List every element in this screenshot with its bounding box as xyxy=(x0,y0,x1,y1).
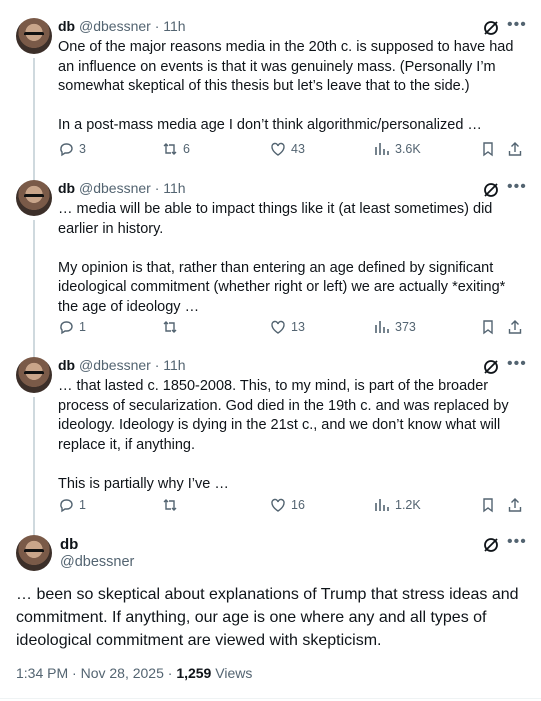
thread-line xyxy=(33,58,35,175)
like-icon xyxy=(271,320,285,334)
share-icon xyxy=(508,320,522,334)
bookmark-button[interactable] xyxy=(480,141,496,157)
more-icon[interactable]: ••• xyxy=(507,355,527,373)
share-button[interactable] xyxy=(507,319,523,335)
reply-button[interactable]: 3 xyxy=(58,141,86,157)
repost-count: 6 xyxy=(183,142,190,156)
views-button[interactable]: 373 xyxy=(374,319,416,335)
like-count: 43 xyxy=(291,142,305,156)
tweet-text: … that lasted c. 1850-2008. This, to my … xyxy=(58,378,509,492)
grok-icon[interactable] xyxy=(482,19,500,37)
share-icon xyxy=(508,498,522,512)
like-button[interactable]: 13 xyxy=(270,319,305,335)
repost-button[interactable]: 6 xyxy=(162,141,190,157)
thread-line xyxy=(33,529,35,535)
tweet-timestamp[interactable]: 1:34 PM · Nov 28, 2025 · xyxy=(16,665,176,681)
bookmark-icon xyxy=(483,320,493,335)
reply-button[interactable]: 1 xyxy=(58,497,86,513)
reply-count: 1 xyxy=(79,498,86,512)
author-handle[interactable]: @dbessner xyxy=(79,180,151,196)
tweet-meta: 1:34 PM · Nov 28, 2025 · 1,259 Views xyxy=(16,665,252,681)
tweet-text: … media will be able to impact things li… xyxy=(58,201,506,315)
separator: · xyxy=(154,357,160,373)
separator: · xyxy=(154,18,160,34)
bookmark-icon xyxy=(483,142,493,157)
like-icon xyxy=(271,142,285,156)
author-handle[interactable]: @dbessner xyxy=(79,357,151,373)
author-name[interactable]: db xyxy=(60,536,78,553)
bookmark-button[interactable] xyxy=(480,319,496,335)
like-button[interactable]: 43 xyxy=(270,141,305,157)
separator: · xyxy=(154,180,160,196)
tweet-header: db @dbessner · 11h xyxy=(58,357,186,373)
tweet-header: db @dbessner · 11h xyxy=(58,180,186,196)
reply-button[interactable]: 1 xyxy=(58,319,86,335)
tweet-time[interactable]: 11h xyxy=(163,180,185,196)
reply-count: 1 xyxy=(79,320,86,334)
grok-icon[interactable] xyxy=(482,536,500,554)
repost-button[interactable] xyxy=(162,319,183,335)
tweet-header: db @dbessner · 11h xyxy=(58,18,186,34)
tweet-time[interactable]: 11h xyxy=(163,357,185,373)
avatar[interactable] xyxy=(16,180,52,216)
tweet-time[interactable]: 11h xyxy=(163,18,185,34)
tweet-text: One of the major reasons media in the 20… xyxy=(58,39,514,133)
views-label: Views xyxy=(211,665,253,681)
bookmark-button[interactable] xyxy=(480,497,496,513)
avatar[interactable] xyxy=(16,357,52,393)
action-bar: 1 13 373 xyxy=(58,319,528,339)
avatar[interactable] xyxy=(16,535,52,571)
thread-tweet-3[interactable]: db @dbessner · 11h ••• … that lasted c. … xyxy=(0,351,541,529)
more-icon[interactable]: ••• xyxy=(507,16,527,34)
more-icon[interactable]: ••• xyxy=(507,178,527,196)
like-icon xyxy=(271,498,285,512)
thread-line xyxy=(33,220,35,351)
reply-icon xyxy=(60,143,73,157)
main-tweet-text: … been so skeptical about explanations o… xyxy=(16,586,523,649)
thread-line xyxy=(33,397,35,529)
views-count: 3.6K xyxy=(395,142,421,156)
reply-count: 3 xyxy=(79,142,86,156)
bookmark-icon xyxy=(483,498,493,513)
share-button[interactable] xyxy=(507,497,523,513)
action-bar: 3 6 43 3.6K xyxy=(58,141,528,161)
like-count: 13 xyxy=(291,320,305,334)
action-bar: 1 16 1.2K xyxy=(58,497,528,517)
repost-icon xyxy=(163,143,177,155)
reply-icon xyxy=(60,321,73,335)
views-count: 1.2K xyxy=(395,498,421,512)
share-button[interactable] xyxy=(507,141,523,157)
views-icon xyxy=(375,499,389,511)
repost-icon xyxy=(163,321,177,333)
views-icon xyxy=(375,143,389,155)
repost-button[interactable] xyxy=(162,497,183,513)
author-name[interactable]: db xyxy=(58,357,75,373)
share-icon xyxy=(508,142,522,156)
reply-icon xyxy=(60,499,73,513)
views-button[interactable]: 3.6K xyxy=(374,141,421,157)
views-count: 373 xyxy=(395,320,416,334)
views-button[interactable]: 1.2K xyxy=(374,497,421,513)
more-icon[interactable]: ••• xyxy=(507,533,527,551)
avatar[interactable] xyxy=(16,18,52,54)
author-name[interactable]: db xyxy=(58,18,75,34)
grok-icon[interactable] xyxy=(482,181,500,199)
author-name[interactable]: db xyxy=(58,180,75,196)
author-handle[interactable]: @dbessner xyxy=(60,554,134,570)
like-button[interactable]: 16 xyxy=(270,497,305,513)
views-count: 1,259 xyxy=(176,665,212,681)
grok-icon[interactable] xyxy=(482,358,500,376)
thread-tweet-1[interactable]: db @dbessner · 11h ••• One of the major … xyxy=(0,0,541,175)
repost-icon xyxy=(163,499,177,511)
views-icon xyxy=(375,321,389,333)
thread-tweet-2[interactable]: db @dbessner · 11h ••• … media will be a… xyxy=(0,175,541,351)
like-count: 16 xyxy=(291,498,305,512)
author-handle[interactable]: @dbessner xyxy=(79,18,151,34)
divider xyxy=(0,698,541,699)
